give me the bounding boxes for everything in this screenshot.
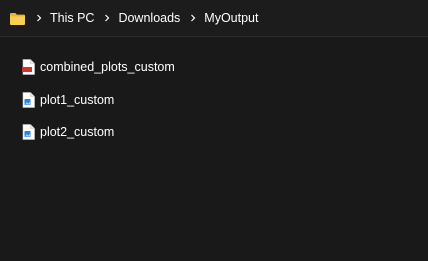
- breadcrumb-item-downloads[interactable]: Downloads: [118, 0, 180, 36]
- chevron-right-icon[interactable]: [102, 13, 112, 23]
- file-item-plot2-custom[interactable]: plot2_custom: [18, 121, 118, 143]
- folder-icon: [10, 12, 25, 25]
- chevron-right-icon[interactable]: [188, 13, 198, 23]
- file-name: plot1_custom: [40, 93, 115, 107]
- breadcrumb-item-myoutput[interactable]: MyOutput: [204, 0, 258, 36]
- image-file-icon: [22, 124, 35, 140]
- file-item-combined-plots-custom[interactable]: combined_plots_custom: [18, 56, 179, 78]
- breadcrumb: This PC Downloads MyOutput: [0, 0, 258, 36]
- file-list: combined_plots_custom plot1_custom plot2…: [0, 37, 428, 261]
- file-item-plot1-custom[interactable]: plot1_custom: [18, 89, 118, 111]
- pdf-file-icon: [22, 59, 35, 75]
- image-file-icon: [22, 92, 35, 108]
- file-name: plot2_custom: [40, 125, 115, 139]
- file-name: combined_plots_custom: [40, 60, 175, 74]
- breadcrumb-item-this-pc[interactable]: This PC: [50, 0, 94, 36]
- address-bar[interactable]: This PC Downloads MyOutput: [0, 0, 428, 37]
- chevron-right-icon[interactable]: [34, 13, 44, 23]
